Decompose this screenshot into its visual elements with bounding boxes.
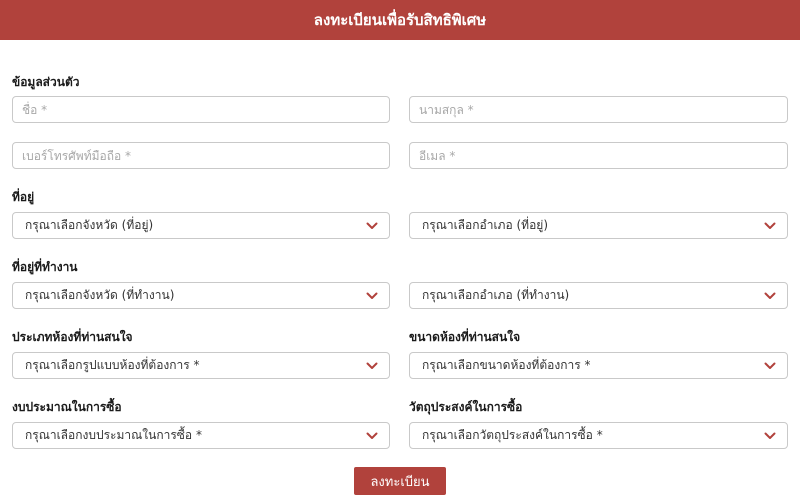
- personal-info-label: ข้อมูลส่วนตัว: [12, 75, 80, 89]
- room-type-value: กรุณาเลือกรูปแบบห้องที่ต้องการ *: [25, 358, 200, 372]
- address-district-value: กรุณาเลือกอำเภอ (ที่อยู่): [422, 218, 548, 232]
- address-province-value: กรุณาเลือกจังหวัด (ที่อยู่): [25, 218, 154, 232]
- chevron-down-icon: [764, 292, 776, 299]
- work-district-select[interactable]: กรุณาเลือกอำเภอ (ที่ทำงาน): [409, 282, 788, 309]
- work-district-value: กรุณาเลือกอำเภอ (ที่ทำงาน): [422, 288, 570, 302]
- chevron-down-icon: [366, 432, 378, 439]
- chevron-down-icon: [764, 432, 776, 439]
- page-header: ลงทะเบียนเพื่อรับสิทธิพิเศษ: [0, 0, 800, 40]
- room-type-select[interactable]: กรุณาเลือกรูปแบบห้องที่ต้องการ *: [12, 352, 390, 379]
- work-province-value: กรุณาเลือกจังหวัด (ที่ทำงาน): [25, 288, 175, 302]
- address-province-select[interactable]: กรุณาเลือกจังหวัด (ที่อยู่): [12, 212, 390, 239]
- address-district-select[interactable]: กรุณาเลือกอำเภอ (ที่อยู่): [409, 212, 788, 239]
- address-label: ที่อยู่: [12, 190, 35, 204]
- chevron-down-icon: [366, 362, 378, 369]
- purpose-select[interactable]: กรุณาเลือกวัตถุประสงค์ในการซื้อ *: [409, 422, 788, 449]
- chevron-down-icon: [764, 222, 776, 229]
- work-address-label: ที่อยู่ที่ทำงาน: [12, 260, 78, 274]
- room-size-value: กรุณาเลือกขนาดห้องที่ต้องการ *: [422, 358, 591, 372]
- last-name-input[interactable]: [410, 97, 787, 122]
- first-name-input[interactable]: [13, 97, 389, 122]
- purpose-value: กรุณาเลือกวัตถุประสงค์ในการซื้อ *: [422, 428, 603, 442]
- first-name-field[interactable]: [12, 96, 390, 123]
- chevron-down-icon: [764, 362, 776, 369]
- phone-input[interactable]: [13, 143, 389, 168]
- chevron-down-icon: [366, 292, 378, 299]
- register-button[interactable]: ลงทะเบียน: [354, 467, 446, 495]
- work-province-select[interactable]: กรุณาเลือกจังหวัด (ที่ทำงาน): [12, 282, 390, 309]
- budget-label: งบประมาณในการซื้อ: [12, 400, 122, 414]
- purpose-label: วัตถุประสงค์ในการซื้อ: [409, 400, 523, 414]
- phone-field[interactable]: [12, 142, 390, 169]
- email-input[interactable]: [410, 143, 787, 168]
- room-type-label: ประเภทห้องที่ท่านสนใจ: [12, 330, 133, 344]
- last-name-field[interactable]: [409, 96, 788, 123]
- room-size-label: ขนาดห้องที่ท่านสนใจ: [409, 330, 521, 344]
- email-field[interactable]: [409, 142, 788, 169]
- page-title: ลงทะเบียนเพื่อรับสิทธิพิเศษ: [313, 11, 487, 29]
- room-size-select[interactable]: กรุณาเลือกขนาดห้องที่ต้องการ *: [409, 352, 788, 379]
- chevron-down-icon: [366, 222, 378, 229]
- budget-value: กรุณาเลือกงบประมาณในการซื้อ *: [25, 428, 202, 442]
- budget-select[interactable]: กรุณาเลือกงบประมาณในการซื้อ *: [12, 422, 390, 449]
